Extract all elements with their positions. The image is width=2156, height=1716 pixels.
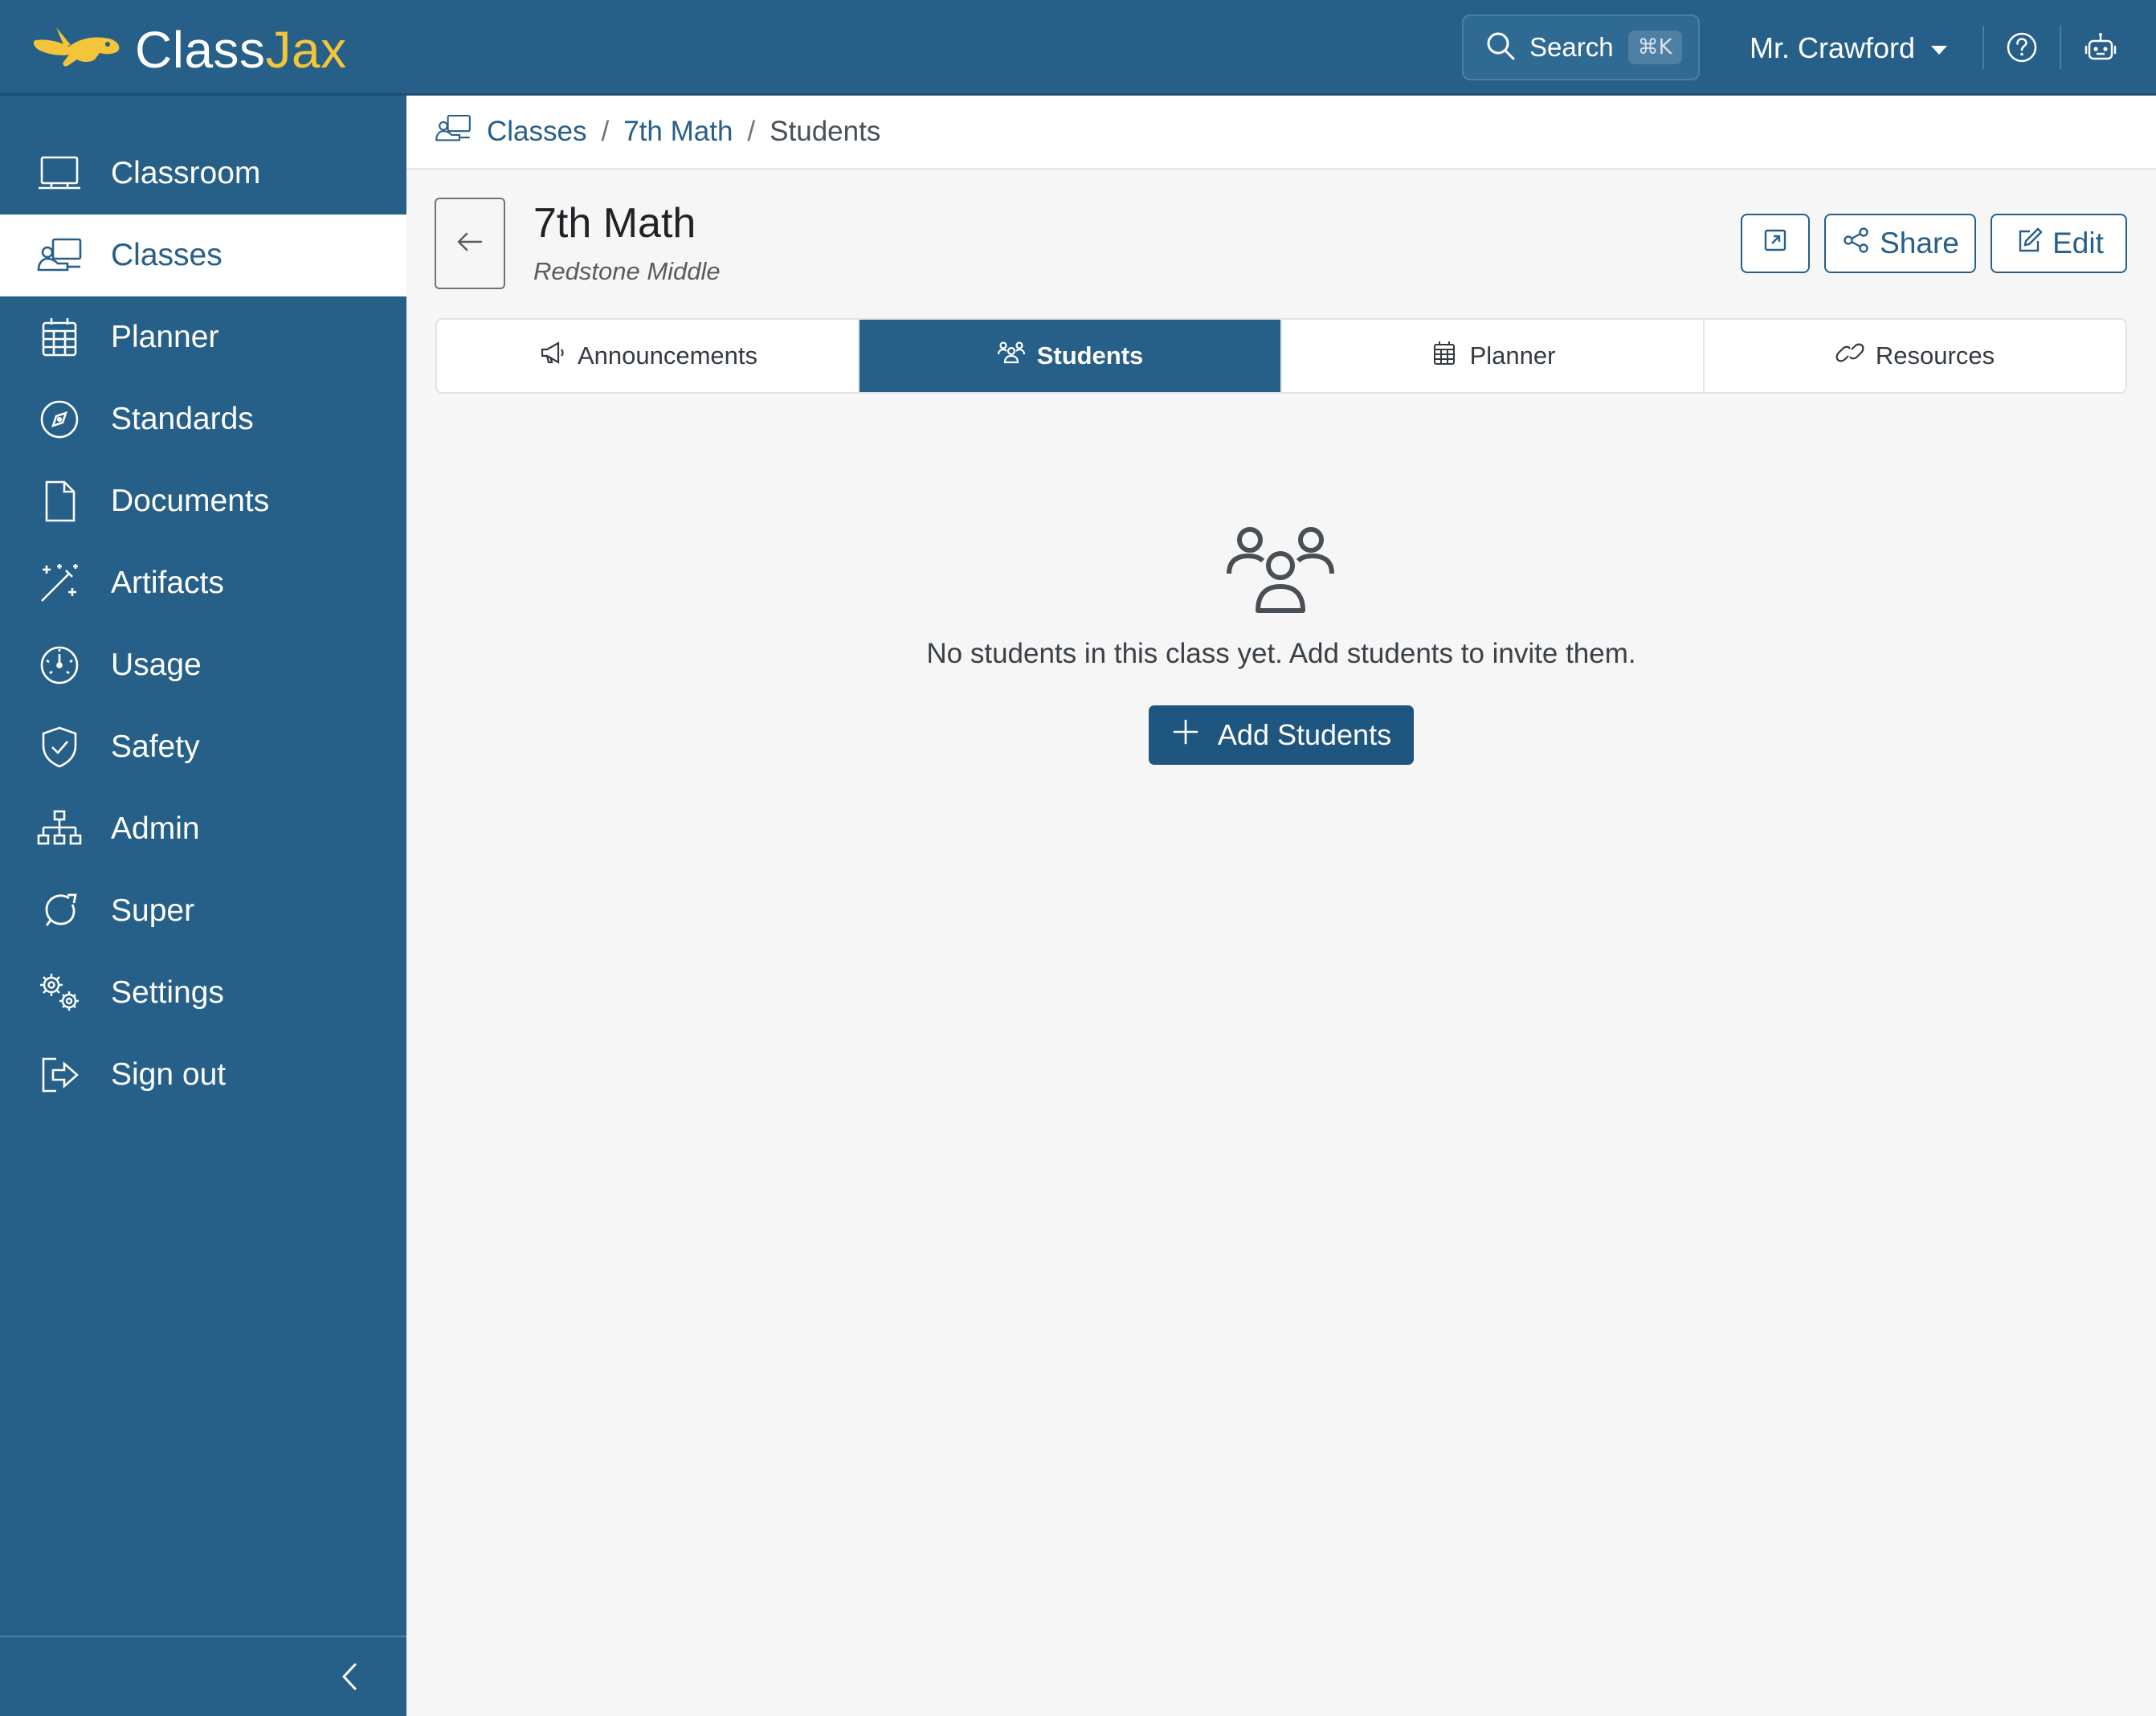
pencil-square-icon bbox=[2014, 225, 2044, 263]
sidebar-item-planner[interactable]: Planner bbox=[0, 296, 406, 378]
speedometer-icon bbox=[35, 641, 84, 689]
document-icon bbox=[35, 477, 84, 525]
sidebar-item-artifacts[interactable]: Artifacts bbox=[0, 542, 406, 624]
breadcrumb-current: Students bbox=[770, 116, 881, 147]
sidebar-item-usage[interactable]: Usage bbox=[0, 624, 406, 706]
sign-out-icon bbox=[35, 1051, 84, 1099]
magic-wand-icon bbox=[35, 559, 84, 607]
shield-check-icon bbox=[35, 723, 84, 771]
tab-label: Planner bbox=[1469, 341, 1556, 370]
edit-label: Edit bbox=[2052, 227, 2104, 259]
search-label: Search bbox=[1529, 32, 1614, 62]
search-icon bbox=[1484, 30, 1517, 66]
link-icon bbox=[1835, 338, 1876, 374]
tab-announcements[interactable]: Announcements bbox=[437, 320, 860, 392]
help-icon[interactable] bbox=[2003, 29, 2040, 66]
sidebar-footer bbox=[0, 1636, 406, 1716]
collapse-sidebar-chevron-left-icon[interactable] bbox=[329, 1657, 370, 1697]
calendar-icon bbox=[35, 313, 84, 362]
search-button[interactable]: Search ⌘K bbox=[1462, 14, 1700, 80]
breadcrumb-separator: / bbox=[747, 116, 756, 147]
classes-icon bbox=[35, 231, 84, 280]
share-label: Share bbox=[1880, 227, 1959, 259]
classroom-icon bbox=[35, 149, 84, 198]
user-menu-dropdown[interactable]: Mr. Crawford bbox=[1750, 24, 1948, 72]
breadcrumb-separator: / bbox=[601, 116, 610, 147]
plus-icon bbox=[1171, 717, 1218, 754]
arrow-left-icon bbox=[454, 226, 486, 262]
add-students-button[interactable]: Add Students bbox=[1149, 705, 1414, 765]
classes-icon bbox=[434, 109, 487, 155]
megaphone-icon bbox=[537, 338, 578, 374]
breadcrumb-class[interactable]: 7th Math bbox=[623, 116, 733, 148]
robot-icon[interactable] bbox=[2082, 29, 2119, 66]
sidebar-item-classes[interactable]: Classes bbox=[0, 214, 406, 296]
add-students-label: Add Students bbox=[1217, 718, 1392, 751]
tab-resources[interactable]: Resources bbox=[1705, 320, 2125, 392]
tab-label: Announcements bbox=[577, 341, 758, 370]
sidebar-item-super[interactable]: Super bbox=[0, 870, 406, 952]
org-chart-icon bbox=[35, 805, 84, 853]
app-name: ClassJax bbox=[135, 20, 347, 79]
breadcrumb-classes[interactable]: Classes bbox=[487, 116, 586, 148]
jackrabbit-logo-icon bbox=[32, 22, 122, 76]
divider bbox=[2060, 26, 2061, 69]
caret-down-icon bbox=[1931, 45, 1948, 55]
tab-planner[interactable]: Planner bbox=[1282, 320, 1705, 392]
breadcrumb: Classes / 7th Math / Students bbox=[406, 96, 2156, 170]
people-icon bbox=[997, 338, 1037, 374]
sidebar-item-safety[interactable]: Safety bbox=[0, 706, 406, 788]
edit-button[interactable]: Edit bbox=[1991, 214, 2127, 273]
open-external-button[interactable] bbox=[1741, 214, 1810, 273]
tab-label: Resources bbox=[1875, 341, 1995, 370]
tab-students[interactable]: Students bbox=[860, 320, 1282, 392]
empty-state-message: No students in this class yet. Add stude… bbox=[926, 638, 1636, 669]
share-icon bbox=[1841, 225, 1872, 263]
tab-label: Students bbox=[1036, 341, 1144, 370]
super-icon bbox=[35, 887, 84, 935]
compass-icon bbox=[35, 395, 84, 443]
class-tabs: Announcements Students Planner Resources bbox=[435, 318, 2127, 394]
sidebar-item-sign-out[interactable]: Sign out bbox=[0, 1034, 406, 1116]
top-navbar: ClassJax Search ⌘K Mr. Crawford bbox=[0, 0, 2156, 96]
sidebar-item-settings[interactable]: Settings bbox=[0, 952, 406, 1034]
people-icon bbox=[1226, 525, 1335, 615]
user-name: Mr. Crawford bbox=[1750, 31, 1916, 64]
calendar-icon bbox=[1430, 338, 1470, 374]
sidebar-item-standards[interactable]: Standards bbox=[0, 378, 406, 460]
sidebar-item-admin[interactable]: Admin bbox=[0, 788, 406, 870]
divider bbox=[1982, 26, 1984, 69]
share-button[interactable]: Share bbox=[1824, 214, 1976, 273]
school-name: Redstone Middle bbox=[533, 257, 721, 285]
sidebar-item-classroom[interactable]: Classroom bbox=[0, 133, 406, 214]
box-arrow-up-right-icon bbox=[1760, 225, 1791, 263]
app-logo[interactable]: ClassJax bbox=[32, 22, 347, 76]
sidebar: Classroom Classes Planner Standards Docu… bbox=[0, 96, 406, 1716]
gears-icon bbox=[35, 969, 84, 1017]
page-title: 7th Math bbox=[533, 200, 696, 247]
back-button[interactable] bbox=[435, 198, 505, 289]
search-shortcut-badge: ⌘K bbox=[1627, 31, 1682, 64]
sidebar-item-documents[interactable]: Documents bbox=[0, 460, 406, 542]
